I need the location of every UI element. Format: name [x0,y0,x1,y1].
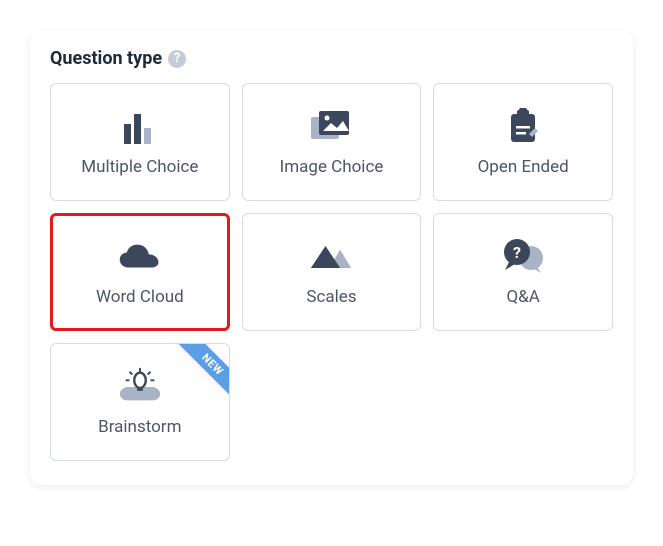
card-word-cloud[interactable]: Word Cloud [50,213,230,331]
card-label: Brainstorm [98,417,181,437]
card-label: Multiple Choice [81,157,198,177]
bar-chart-icon [118,107,162,147]
cloud-icon [118,237,162,277]
panel-title: Question type [50,48,162,69]
card-qa[interactable]: ? Q&A [433,213,613,331]
card-open-ended[interactable]: Open Ended [433,83,613,201]
svg-text:?: ? [513,243,521,262]
new-badge: NEW [175,343,229,401]
clipboard-icon [501,107,545,147]
card-label: Open Ended [478,157,569,177]
mountain-icon [309,237,353,277]
card-label: Image Choice [280,157,384,177]
qa-icon: ? [501,237,545,277]
card-label: Scales [306,287,356,307]
panel-header: Question type ? [50,48,613,69]
question-type-panel: Question type ? Multiple Choice [30,30,633,485]
card-scales[interactable]: Scales [242,213,422,331]
help-icon[interactable]: ? [168,50,186,68]
card-label: Word Cloud [96,287,184,307]
image-icon [309,107,353,147]
question-type-grid: Multiple Choice Image Choice [50,83,613,461]
brainstorm-icon [118,367,162,407]
card-multiple-choice[interactable]: Multiple Choice [50,83,230,201]
card-brainstorm[interactable]: NEW Brainstorm [50,343,230,461]
card-image-choice[interactable]: Image Choice [242,83,422,201]
card-label: Q&A [506,287,539,307]
